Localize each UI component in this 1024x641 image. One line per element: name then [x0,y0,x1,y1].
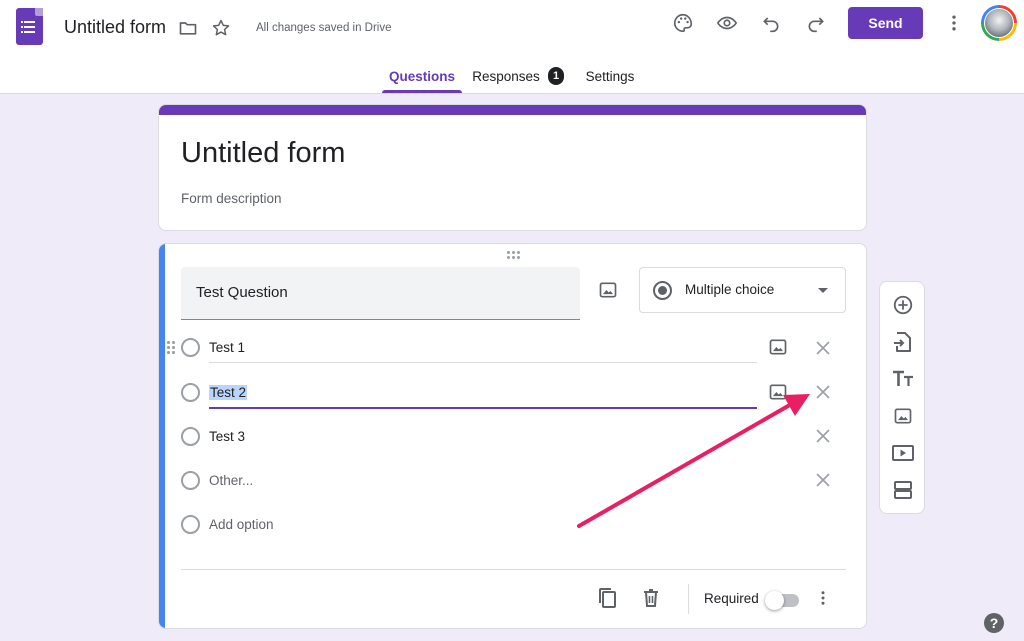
form-description-field[interactable]: Form description [181,191,282,206]
dropdown-arrow-icon [818,288,828,293]
option-image-icon[interactable] [767,336,789,358]
add-title-icon[interactable] [891,367,915,391]
add-image-icon[interactable] [596,278,620,302]
redo-icon[interactable] [803,10,829,36]
add-question-icon[interactable] [891,293,915,317]
form-name[interactable]: Untitled form [64,17,166,38]
folder-icon[interactable] [175,15,201,41]
question-footer-divider [181,569,846,570]
other-option[interactable]: Other... [209,473,253,488]
radio-button-icon [653,281,672,300]
save-status: All changes saved in Drive [256,22,392,34]
question-card[interactable]: Test Question Multiple choice Test 1 Tes… [158,243,867,629]
send-button[interactable]: Send [848,7,923,39]
remove-option-icon[interactable] [813,338,833,358]
option-radio-icon [181,427,200,446]
option-radio-icon [181,338,200,357]
add-section-icon[interactable] [891,478,915,502]
option-drag-handle-icon[interactable] [167,341,175,354]
forms-logo-icon[interactable] [16,8,43,45]
palette-icon[interactable] [670,10,696,36]
duplicate-icon[interactable] [595,586,619,610]
undo-icon[interactable] [758,10,784,36]
active-tab-indicator [382,90,462,93]
add-video-icon[interactable] [891,441,915,465]
option-radio-icon [181,383,200,402]
option-radio-icon [181,515,200,534]
drag-handle-icon[interactable] [507,251,521,259]
delete-icon[interactable] [639,586,663,610]
remove-option-icon[interactable] [813,426,833,446]
selected-text: Test 2 [209,385,248,400]
top-bar: Untitled form All changes saved in Drive… [0,0,1024,94]
question-more-icon[interactable] [811,586,835,610]
question-title-input[interactable]: Test Question [181,267,580,320]
responses-count-badge: 1 [548,67,564,85]
required-toggle[interactable] [765,590,802,610]
option-3-input[interactable]: Test 3 [209,429,245,444]
import-questions-icon[interactable] [891,330,915,354]
tab-responses[interactable]: Responses [470,69,542,101]
footer-separator [688,584,689,614]
tab-questions[interactable]: Questions [382,69,462,101]
side-toolbar [879,281,925,514]
option-underline [209,362,757,363]
remove-option-icon[interactable] [813,470,833,490]
option-image-icon[interactable] [767,381,789,403]
option-1-input[interactable]: Test 1 [209,340,245,355]
help-icon[interactable]: ? [984,613,1004,633]
form-title-card: Untitled form Form description [158,104,867,231]
remove-option-icon[interactable] [813,382,833,402]
avatar[interactable] [981,5,1017,41]
question-type-select[interactable]: Multiple choice [639,267,846,313]
option-focus-underline [209,407,757,409]
required-label: Required [704,591,759,606]
option-2-input[interactable]: Test 2 [209,385,248,400]
add-option-button[interactable]: Add option [209,517,274,532]
question-type-label: Multiple choice [685,282,775,297]
tab-settings[interactable]: Settings [580,69,640,101]
option-radio-icon [181,471,200,490]
more-vert-icon[interactable] [941,10,967,36]
preview-eye-icon[interactable] [714,10,740,36]
form-title[interactable]: Untitled form [181,137,345,170]
star-icon[interactable] [208,15,234,41]
active-question-indicator [159,244,165,628]
add-image-section-icon[interactable] [891,404,915,428]
